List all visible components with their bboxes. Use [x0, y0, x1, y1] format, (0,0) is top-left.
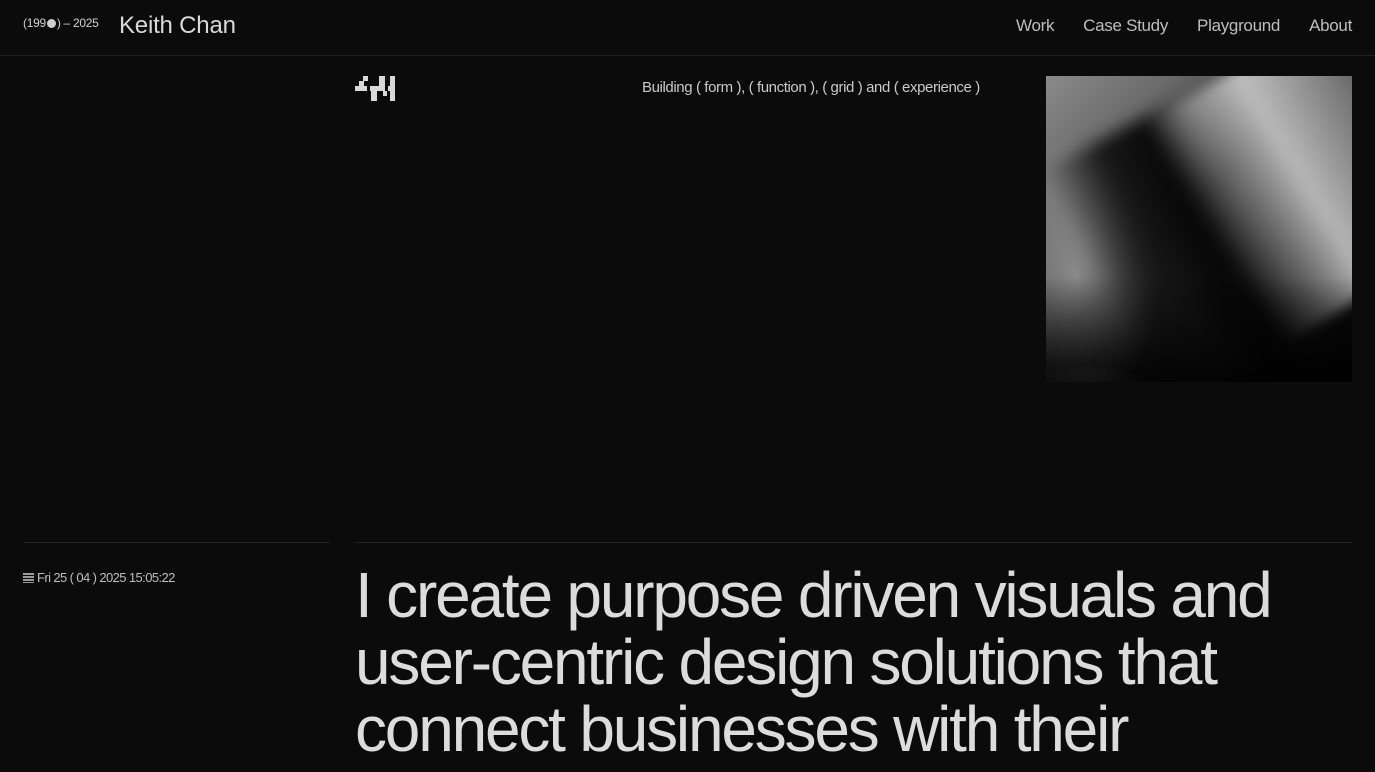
hero-photo: [1046, 76, 1352, 382]
pixel-mark-icon: [355, 76, 395, 101]
nav-playground[interactable]: Playground: [1197, 16, 1280, 36]
intro-headline: I create purpose driven visuals and user…: [355, 559, 1273, 765]
nav-case-study[interactable]: Case Study: [1083, 16, 1168, 36]
years-suffix: ) – 2025: [56, 16, 99, 30]
striped-flag-icon: [23, 572, 34, 583]
date-time-text: Fri 25 ( 04 ) 2025 15:05:22: [37, 570, 175, 585]
years-range: (199 ) – 2025: [23, 16, 99, 30]
nav-about[interactable]: About: [1309, 16, 1352, 36]
tagline: Building ( form ), ( function ), ( grid …: [642, 79, 980, 96]
date-time: Fri 25 ( 04 ) 2025 15:05:22: [23, 570, 175, 585]
main-nav: Work Case Study Playground About: [1016, 16, 1352, 36]
divider: [355, 542, 1352, 543]
years-prefix: (199: [23, 16, 46, 30]
top-bar: (199 ) – 2025 Keith Chan Work Case Study…: [0, 0, 1375, 56]
nav-work[interactable]: Work: [1016, 16, 1054, 36]
site-name[interactable]: Keith Chan: [119, 12, 236, 40]
portfolio-page: (199 ) – 2025 Keith Chan Work Case Study…: [0, 0, 1375, 772]
divider: [23, 542, 330, 543]
circle-dot-icon: [46, 18, 56, 28]
